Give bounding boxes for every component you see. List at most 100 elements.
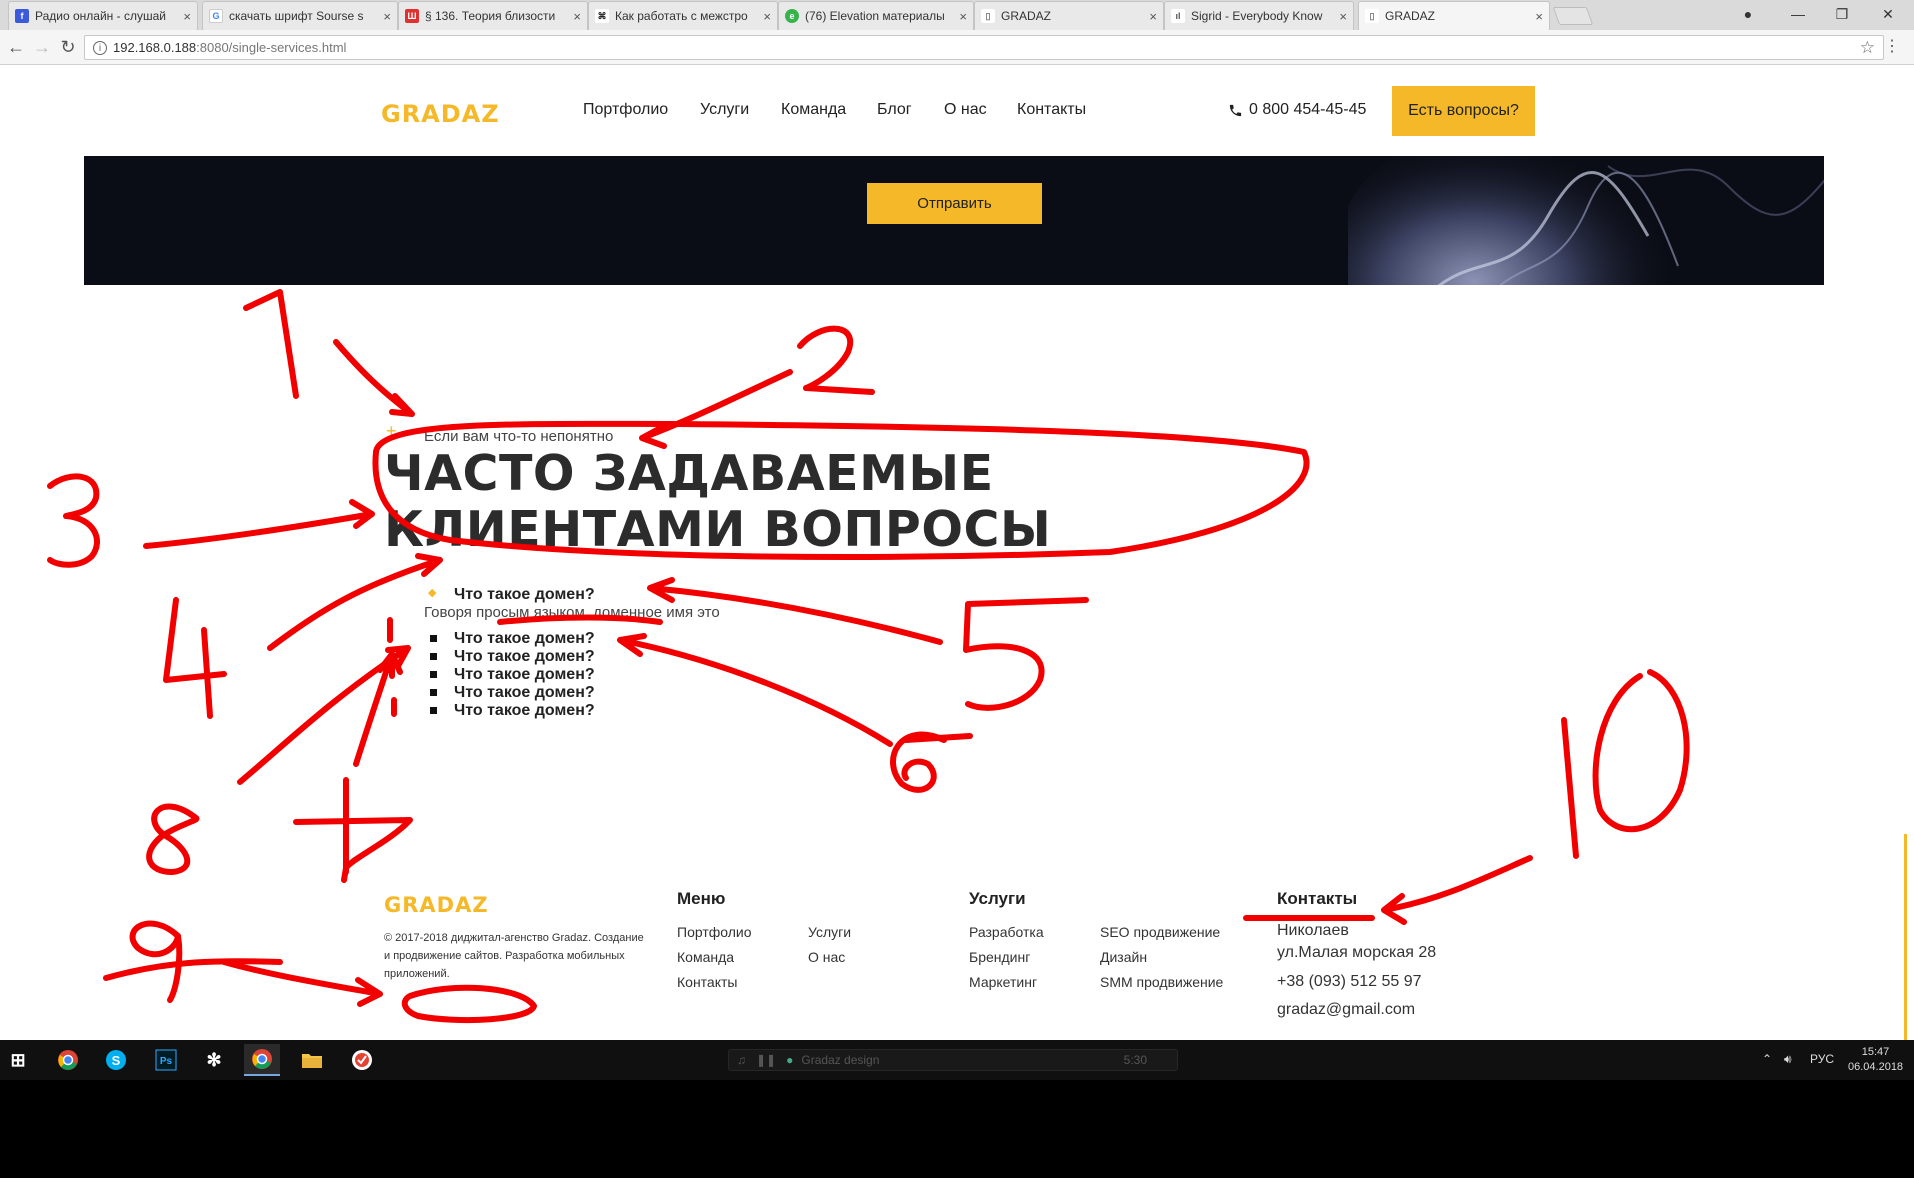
browser-tab[interactable]: G скачать шрифт Sourse s × — [202, 1, 398, 30]
faq-question[interactable]: Что такое домен? — [430, 648, 595, 666]
restore-button[interactable]: ❐ — [1822, 0, 1862, 28]
tab-label: Радио онлайн - слушай — [35, 9, 166, 23]
svg-text:Ps: Ps — [160, 1056, 173, 1067]
footer-link-marketing[interactable]: Маркетинг — [969, 974, 1037, 990]
close-window-button[interactable]: ✕ — [1868, 0, 1908, 28]
faq-question[interactable]: Что такое домен? — [430, 666, 595, 684]
bookmark-star-icon[interactable]: ☆ — [1860, 38, 1875, 58]
slack-icon[interactable]: ✻ — [196, 1044, 232, 1076]
site-header: GRADAZ Портфолио Услуги Команда Блог О н… — [0, 66, 1914, 156]
browser-tab[interactable]: Ш § 136. Теория близости × — [398, 1, 588, 30]
footer-link-services[interactable]: Услуги — [808, 924, 851, 940]
faq-question[interactable]: Что такое домен? — [430, 702, 595, 720]
faq-question-list: Что такое домен? Что такое домен? Что та… — [430, 630, 595, 720]
faq-question-open[interactable]: Что такое домен? — [454, 586, 595, 604]
close-icon[interactable]: × — [1149, 9, 1157, 24]
footer-link-development[interactable]: Разработка — [969, 924, 1044, 940]
pause-icon[interactable]: ❚❚ — [756, 1053, 776, 1067]
player-logo-icon: ● — [786, 1053, 794, 1067]
contact-banner: Отправить — [84, 156, 1824, 285]
footer-link-design[interactable]: Дизайн — [1100, 949, 1147, 965]
chrome-icon[interactable] — [50, 1044, 86, 1076]
faq-question[interactable]: Что такое домен? — [430, 630, 595, 648]
site-logo[interactable]: GRADAZ — [381, 100, 500, 128]
chrome-active-icon[interactable] — [244, 1044, 280, 1076]
windows-taskbar: ⊞ S Ps ✻ ♫ ❚❚ ● Gradaz design 5:30 ⌃ 🔊︎ … — [0, 1040, 1914, 1080]
reload-icon[interactable]: ↻ — [56, 36, 80, 58]
browser-tab[interactable]: ▯ GRADAZ × — [974, 1, 1164, 30]
diamond-bullet-icon: ◆ — [428, 587, 437, 599]
browser-tab-active[interactable]: ▯ GRADAZ × — [1358, 1, 1550, 30]
footer-email[interactable]: gradaz@gmail.com — [1277, 1001, 1415, 1019]
elevation-icon: e — [785, 9, 799, 23]
faq-heading: ЧАСТО ЗАДАВАЕМЫЕ КЛИЕНТАМИ ВОПРОСЫ — [384, 445, 1052, 558]
close-icon[interactable]: × — [1535, 9, 1543, 24]
file-explorer-icon[interactable] — [294, 1044, 330, 1076]
scroll-indicator[interactable] — [1904, 834, 1907, 1044]
nav-portfolio[interactable]: Портфолио — [583, 101, 668, 119]
book-icon: Ш — [405, 9, 419, 23]
back-icon[interactable]: ← — [4, 36, 28, 58]
windows-start-icon[interactable]: ⊞ — [0, 1044, 36, 1076]
browser-menu-icon[interactable]: ⋮ — [1884, 36, 1900, 56]
minimize-button[interactable]: — — [1778, 0, 1818, 28]
svg-text:S: S — [112, 1053, 121, 1068]
header-phone[interactable]: 0 800 454-45-45 — [1228, 101, 1366, 119]
footer-logo[interactable]: GRADAZ — [384, 893, 489, 917]
info-icon[interactable]: i — [93, 41, 107, 55]
user-profile-icon[interactable]: ● — [1728, 0, 1768, 28]
nav-about[interactable]: О нас — [944, 101, 987, 119]
music-icon: ıl — [1171, 9, 1185, 23]
footer-link-smm[interactable]: SMM продвижение — [1100, 974, 1223, 990]
close-icon[interactable]: × — [383, 9, 391, 24]
close-icon[interactable]: × — [1339, 9, 1347, 24]
nav-team[interactable]: Команда — [781, 101, 846, 119]
send-button[interactable]: Отправить — [867, 183, 1042, 224]
browser-tab[interactable]: ıl Sigrid - Everybody Know × — [1164, 1, 1354, 30]
media-time: 5:30 — [1123, 1053, 1147, 1067]
phone-number: 0 800 454-45-45 — [1249, 101, 1367, 118]
close-icon[interactable]: × — [763, 9, 771, 24]
command-icon: ⌘ — [595, 9, 609, 23]
phone-icon — [1229, 104, 1242, 116]
photoshop-icon[interactable]: Ps — [148, 1044, 184, 1076]
nav-contacts[interactable]: Контакты — [1017, 101, 1086, 119]
volume-icon[interactable]: 🔊︎ — [1784, 1052, 1792, 1067]
tab-label: (76) Elevation материалы — [805, 9, 945, 23]
footer-phone[interactable]: +38 (093) 512 55 97 — [1277, 973, 1422, 991]
nav-services[interactable]: Услуги — [700, 101, 749, 119]
plus-icon: + — [386, 421, 397, 441]
footer-contacts-heading: Контакты — [1277, 889, 1358, 908]
tab-label: GRADAZ — [1385, 9, 1436, 23]
system-clock[interactable]: 15:47 06.04.2018 — [1848, 1045, 1903, 1075]
footer-link-contacts[interactable]: Контакты — [677, 974, 737, 990]
tray-chevron-icon[interactable]: ⌃ — [1762, 1052, 1772, 1066]
new-tab-button[interactable] — [1552, 7, 1594, 25]
footer-link-portfolio[interactable]: Портфолио — [677, 924, 752, 940]
nav-blog[interactable]: Блог — [877, 101, 912, 119]
task-app-icon[interactable] — [344, 1044, 380, 1076]
footer-link-branding[interactable]: Брендинг — [969, 949, 1030, 965]
questions-button[interactable]: Есть вопросы? — [1392, 86, 1535, 136]
tab-label: Sigrid - Everybody Know — [1191, 9, 1323, 23]
facebook-icon: f — [15, 9, 29, 23]
close-icon[interactable]: × — [573, 9, 581, 24]
browser-tab[interactable]: ⌘ Как работать с межстро × — [588, 1, 778, 30]
skype-icon[interactable]: S — [98, 1044, 134, 1076]
tab-label: Как работать с межстро — [615, 9, 748, 23]
close-icon[interactable]: × — [183, 9, 191, 24]
address-bar[interactable]: i 192.168.0.188:8080/single-services.htm… — [84, 35, 1884, 60]
browser-tab[interactable]: f Радио онлайн - слушай × — [8, 1, 198, 30]
footer-services-heading: Услуги — [969, 889, 1026, 908]
browser-tab[interactable]: e (76) Elevation материалы × — [778, 1, 974, 30]
browser-tab-strip: f Радио онлайн - слушай × G скачать шриф… — [0, 0, 1914, 30]
media-player-widget[interactable]: ♫ ❚❚ ● Gradaz design 5:30 — [728, 1049, 1178, 1071]
language-indicator[interactable]: РУС — [1810, 1052, 1834, 1066]
footer-link-team[interactable]: Команда — [677, 949, 734, 965]
close-icon[interactable]: × — [959, 9, 967, 24]
faq-question[interactable]: Что такое домен? — [430, 684, 595, 702]
footer-link-about[interactable]: О нас — [808, 949, 845, 965]
forward-icon[interactable]: → — [30, 36, 54, 58]
footer-link-seo[interactable]: SEO продвижение — [1100, 924, 1220, 940]
page-icon: ▯ — [1365, 9, 1379, 23]
